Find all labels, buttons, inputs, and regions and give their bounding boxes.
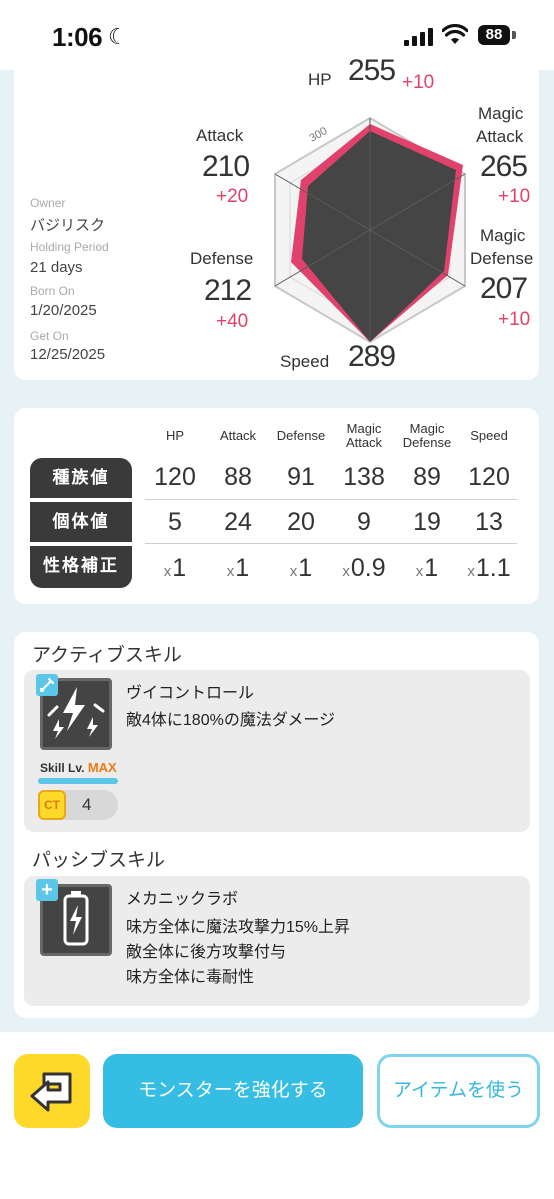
passive-skill-name: メカニックラボ xyxy=(126,891,239,908)
skill-level-label: Skill Lv. xyxy=(40,761,85,775)
owner-value: バジリスク xyxy=(30,217,106,234)
iv-magic-defense: 19 xyxy=(413,508,441,536)
get-on-label: Get On xyxy=(30,329,69,343)
holding-period-value: 21 days xyxy=(30,259,83,276)
nature-defense-value: 1 xyxy=(298,554,313,582)
magic-defense-label-line1: Magic xyxy=(480,226,526,245)
cooldown-value: 4 xyxy=(82,795,92,814)
magic-defense-value: 207 xyxy=(480,272,528,305)
multiplier-prefix: x xyxy=(163,563,172,580)
magic-attack-value: 265 xyxy=(480,150,528,183)
nature-speed: x1.1 xyxy=(457,554,521,583)
row-separator xyxy=(30,544,132,546)
active-skill-name: ヴイコントロール xyxy=(126,685,255,702)
battery-tip xyxy=(512,31,516,39)
nature-attack: x1 xyxy=(206,554,270,583)
passive-skill-description-line3: 味方全体に毒耐性 xyxy=(126,969,255,986)
hp-value: 255 xyxy=(348,54,396,87)
nature-defense: x1 xyxy=(269,554,333,583)
multiplier-prefix: x xyxy=(289,563,298,580)
col-head-magic-attack: Magic Attack xyxy=(345,421,383,450)
defense-label: Defense xyxy=(190,249,254,268)
base-defense: 91 xyxy=(287,463,315,491)
attack-bonus: +20 xyxy=(216,186,249,207)
defense-bonus: +40 xyxy=(216,311,249,332)
iv-attack: 24 xyxy=(224,508,252,536)
radar-scale-label: 300 xyxy=(308,125,330,145)
table-divider xyxy=(145,499,517,500)
iv-defense: 20 xyxy=(287,508,315,536)
base-speed: 120 xyxy=(468,463,510,491)
status-bar: 1:06 ☾ 88 xyxy=(0,0,554,70)
base-attack: 88 xyxy=(224,463,252,491)
enhance-monster-button[interactable]: モンスターを強化する xyxy=(103,1054,363,1128)
nature-magic-defense: x1 xyxy=(395,554,459,583)
base-hp: 120 xyxy=(154,463,196,491)
magic-attack-label-line2: Attack xyxy=(476,127,524,146)
born-on-label: Born On xyxy=(30,284,75,298)
battery-icon: 88 xyxy=(478,25,510,45)
col-head-hp: HP xyxy=(165,428,185,443)
magic-attack-label-line1: Magic xyxy=(478,104,524,123)
attack-label: Attack xyxy=(196,126,244,145)
use-item-button[interactable]: アイテムを使う xyxy=(377,1054,540,1128)
nature-magic-attack: x0.9 xyxy=(332,554,396,583)
clock: 1:06 xyxy=(52,22,103,52)
row-label-base-stats: 種族値 xyxy=(30,458,132,498)
moon-icon: ☾ xyxy=(108,24,128,49)
born-on-value: 1/20/2025 xyxy=(30,302,97,319)
wifi-icon xyxy=(442,24,468,44)
cellular-signal-icon xyxy=(404,28,434,46)
magic-attack-bonus: +10 xyxy=(498,186,531,207)
defense-value: 212 xyxy=(204,274,252,307)
sword-badge-icon xyxy=(36,674,58,696)
speed-value: 289 xyxy=(348,340,396,373)
passive-skill-description-line2: 敵全体に後方攻撃付与 xyxy=(126,944,287,961)
get-on-value: 12/25/2025 xyxy=(30,346,106,363)
holding-period-label: Holding Period xyxy=(30,240,109,254)
multiplier-prefix: x xyxy=(226,563,235,580)
cooldown-icon: CT xyxy=(38,790,66,820)
hp-bonus: +10 xyxy=(402,72,435,93)
base-magic-attack: 138 xyxy=(343,463,385,491)
row-label-individual-values: 個体値 xyxy=(30,502,132,542)
multiplier-prefix: x xyxy=(467,563,475,580)
multiplier-prefix: x xyxy=(415,563,424,580)
back-button[interactable] xyxy=(14,1054,90,1128)
col-head-speed: Speed xyxy=(470,428,508,443)
owner-label: Owner xyxy=(30,196,66,210)
table-divider xyxy=(145,543,517,544)
col-head-magic-defense: Magic Defense xyxy=(402,421,452,450)
col-head-attack: Attack xyxy=(219,428,257,443)
active-skill-title: アクティブスキル xyxy=(32,645,182,666)
skill-level-value: MAX xyxy=(87,760,117,775)
multiplier-prefix: x xyxy=(342,563,350,580)
row-separator xyxy=(30,500,132,502)
speed-label: Speed xyxy=(280,352,330,371)
base-magic-defense: 89 xyxy=(413,463,441,491)
row-label-nature-modifier: 性格補正 xyxy=(30,546,132,588)
magic-defense-label-line2: Defense xyxy=(470,249,534,268)
skill-level-bar xyxy=(38,778,118,784)
stat-radar-chart: 300 xyxy=(274,116,466,344)
plus-badge-icon: + xyxy=(36,879,58,901)
back-arrow-icon xyxy=(30,1072,72,1112)
passive-skill-description-line1: 味方全体に魔法攻撃力15%上昇 xyxy=(126,919,351,936)
iv-hp: 5 xyxy=(168,508,182,536)
magic-defense-bonus: +10 xyxy=(498,309,531,330)
nature-speed-value: 1.1 xyxy=(475,554,511,582)
hp-label: HP xyxy=(308,70,332,89)
col-head-defense: Defense xyxy=(276,428,326,443)
iv-speed: 13 xyxy=(475,508,503,536)
attack-value: 210 xyxy=(202,150,250,183)
nature-hp-value: 1 xyxy=(172,554,187,582)
active-skill-description: 敵4体に180%の魔法ダメージ xyxy=(126,712,336,729)
iv-magic-attack: 9 xyxy=(357,508,371,536)
nature-magic-defense-value: 1 xyxy=(424,554,439,582)
passive-skill-title: パッシブスキル xyxy=(32,850,166,871)
nature-magic-attack-value: 0.9 xyxy=(350,554,386,582)
nature-attack-value: 1 xyxy=(235,554,250,582)
nature-hp: x1 xyxy=(143,554,207,583)
